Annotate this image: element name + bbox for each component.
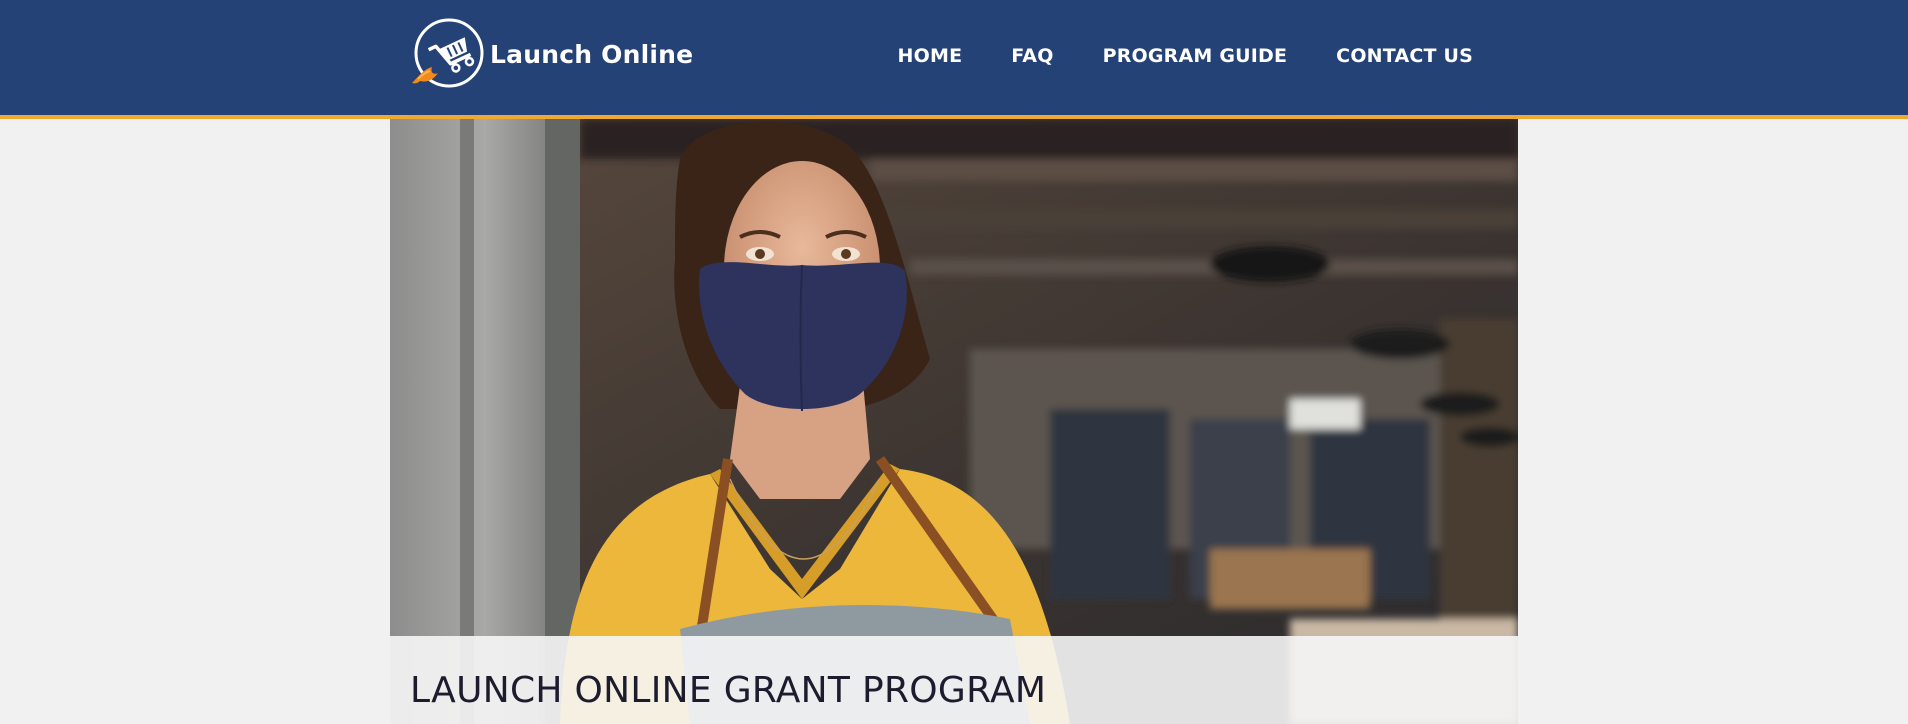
nav-contact-us[interactable]: CONTACT US	[1336, 45, 1473, 67]
nav-program-guide[interactable]: PROGRAM GUIDE	[1103, 45, 1288, 67]
main-nav: HOME FAQ PROGRAM GUIDE CONTACT US	[849, 45, 1473, 67]
shop-owner-in-mask-photo	[390, 119, 1518, 724]
hero-banner: LAUNCH ONLINE GRANT PROGRAM	[390, 119, 1518, 724]
nav-faq[interactable]: FAQ	[1011, 45, 1053, 67]
site-header: Launch Online HOME FAQ PROGRAM GUIDE CON…	[0, 0, 1908, 119]
header-inner: Launch Online HOME FAQ PROGRAM GUIDE CON…	[390, 0, 1518, 115]
rocket-shopping-cart-icon	[412, 18, 484, 88]
brand-logo-link[interactable]: Launch Online	[410, 17, 693, 91]
brand-name: Launch Online	[490, 39, 694, 69]
hero-title: LAUNCH ONLINE GRANT PROGRAM	[410, 670, 1047, 711]
nav-home[interactable]: HOME	[898, 45, 963, 67]
